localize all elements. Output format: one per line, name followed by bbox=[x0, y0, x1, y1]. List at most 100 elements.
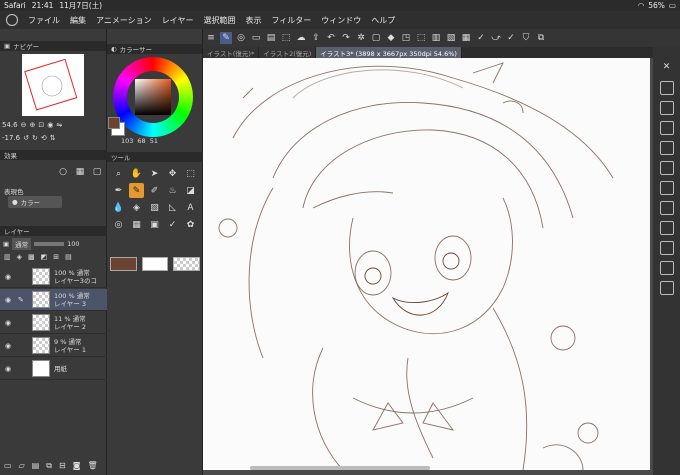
new-vector-icon[interactable]: ▱ bbox=[19, 461, 25, 471]
close-canvas-icon[interactable]: ✕ bbox=[660, 61, 674, 75]
clip-icon[interactable]: ▥ bbox=[4, 253, 11, 261]
transparent-chip[interactable] bbox=[173, 257, 201, 271]
zoom-out-icon[interactable]: ⊖ bbox=[21, 121, 27, 129]
layer-row-1[interactable]: ◉ ✎ 100 % 通常 レイヤー 3 bbox=[0, 289, 107, 311]
main-color-swatch[interactable] bbox=[108, 117, 120, 129]
object-tool-icon[interactable]: ➤ bbox=[147, 166, 162, 181]
effect-none-icon[interactable]: ○ bbox=[57, 166, 69, 178]
rotate-right-icon[interactable]: ↻ bbox=[32, 134, 38, 142]
grid-icon[interactable]: ▥ bbox=[430, 32, 442, 44]
visibility-eye-icon[interactable]: ◉ bbox=[5, 342, 11, 350]
expression-select[interactable]: ● カラー bbox=[8, 196, 62, 208]
visibility-eye-icon[interactable]: ◉ bbox=[5, 273, 11, 281]
app-logo-icon[interactable] bbox=[6, 14, 18, 26]
history-icon[interactable] bbox=[659, 161, 674, 175]
material-icon[interactable] bbox=[659, 141, 674, 155]
tab-illust-3[interactable]: イラスト3* (3898 x 3667px 350dpi 54.6%) bbox=[316, 47, 462, 58]
opacity-slider[interactable] bbox=[34, 242, 65, 246]
flip-v-icon[interactable]: ⇅ bbox=[50, 134, 56, 142]
menu-filter[interactable]: フィルター bbox=[271, 15, 311, 26]
fill-icon[interactable]: ◆ bbox=[385, 32, 397, 44]
export-icon[interactable] bbox=[659, 81, 674, 95]
layer-row-0[interactable]: ◉ 100 % 通常 レイヤー3のコ bbox=[0, 266, 107, 288]
delete-layer-icon[interactable]: 🗑 bbox=[87, 461, 97, 471]
eyedropper-tool-icon[interactable]: ✒ bbox=[111, 183, 126, 198]
fill-tool-icon[interactable]: ◈ bbox=[129, 200, 144, 215]
balloon-tool-icon[interactable]: ◎ bbox=[111, 217, 126, 232]
pen-mode-icon[interactable]: ✎ bbox=[220, 32, 232, 44]
select-tool-icon[interactable]: ⬚ bbox=[183, 166, 198, 181]
share-icon[interactable]: ⇪ bbox=[310, 32, 322, 44]
cloud-icon[interactable]: ☁ bbox=[295, 32, 307, 44]
merge-icon[interactable]: ⊟ bbox=[59, 461, 66, 471]
blend-mode-select[interactable]: 通常 bbox=[12, 238, 32, 250]
pencil-tool-icon[interactable]: ✐ bbox=[147, 183, 162, 198]
open-icon[interactable]: ▤ bbox=[265, 32, 277, 44]
lock-icon[interactable]: ▣ bbox=[3, 240, 9, 248]
correct-line-icon[interactable]: ✓ bbox=[165, 217, 180, 232]
pen-tool-icon[interactable]: ✎ bbox=[129, 183, 144, 198]
new-file-icon[interactable]: ▭ bbox=[250, 32, 262, 44]
eraser-tool-icon[interactable]: ◪ bbox=[183, 183, 198, 198]
deselect-icon[interactable]: ▧ bbox=[445, 32, 457, 44]
new-folder-icon[interactable]: ▤ bbox=[32, 461, 40, 471]
visibility-eye-icon[interactable]: ◉ bbox=[5, 319, 11, 327]
curve-icon[interactable]: ⤻ bbox=[490, 32, 502, 44]
cap-icon[interactable]: ⛉ bbox=[520, 32, 532, 44]
visibility-eye-icon[interactable]: ◉ bbox=[5, 296, 11, 304]
zoom-value[interactable]: 54.6 bbox=[2, 121, 18, 129]
hand-tool-icon[interactable]: ✋ bbox=[129, 166, 144, 181]
color-square[interactable] bbox=[135, 79, 171, 115]
tab-illust-2[interactable]: イラスト2(復元) bbox=[259, 47, 317, 58]
main-color-chip[interactable] bbox=[110, 257, 137, 271]
menu-window[interactable]: ウィンドウ bbox=[321, 15, 361, 26]
transform-icon[interactable]: ⬚ bbox=[415, 32, 427, 44]
menu-layer[interactable]: レイヤー bbox=[162, 15, 194, 26]
rotate-value[interactable]: -17.6 bbox=[2, 134, 20, 142]
import-icon[interactable] bbox=[659, 101, 674, 115]
property-icon[interactable] bbox=[659, 181, 674, 195]
frame-tool-icon[interactable]: ▣ bbox=[147, 217, 162, 232]
save-icon[interactable]: ⬚ bbox=[280, 32, 292, 44]
brush-tool-icon[interactable]: ♨ bbox=[165, 183, 180, 198]
ref-icon[interactable]: ◈ bbox=[17, 253, 22, 261]
rotate-left-icon[interactable]: ↺ bbox=[23, 134, 29, 142]
flip-icon[interactable]: ◳ bbox=[400, 32, 412, 44]
print-icon[interactable] bbox=[659, 121, 674, 135]
menu-view[interactable]: 表示 bbox=[245, 15, 261, 26]
layer-row-2[interactable]: ◉ 11 % 通常 レイヤー 2 bbox=[0, 312, 107, 334]
touch-icon[interactable]: ◎ bbox=[235, 32, 247, 44]
quick-access-icon[interactable] bbox=[659, 281, 674, 295]
zoom-in-icon[interactable]: ⊕ bbox=[29, 121, 35, 129]
menu-animation[interactable]: アニメーション bbox=[96, 15, 152, 26]
color-wheel[interactable] bbox=[113, 57, 193, 137]
redo-icon[interactable]: ↷ bbox=[340, 32, 352, 44]
reset-rotate-icon[interactable]: ⟲ bbox=[41, 134, 47, 142]
ruler-tool-icon[interactable]: ▦ bbox=[129, 217, 144, 232]
layer-property-icon[interactable] bbox=[659, 241, 674, 255]
undo-icon[interactable]: ↶ bbox=[325, 32, 337, 44]
new-raster-icon[interactable]: ▭ bbox=[4, 461, 12, 471]
opacity-value[interactable]: 100 bbox=[67, 240, 79, 248]
actual-size-icon[interactable]: ◉ bbox=[47, 121, 53, 129]
brush-size-icon[interactable] bbox=[659, 221, 674, 235]
drawing-canvas[interactable] bbox=[203, 58, 650, 470]
copy-layer-icon[interactable]: ⧉ bbox=[46, 461, 52, 471]
menu-help[interactable]: ヘルプ bbox=[371, 15, 395, 26]
zoom-tool-icon[interactable]: ⌕ bbox=[111, 166, 126, 181]
menu-selection[interactable]: 選択範囲 bbox=[203, 15, 235, 26]
text-tool-icon[interactable]: A bbox=[183, 200, 198, 215]
flip-h-icon[interactable]: ⇋ bbox=[56, 121, 62, 129]
blend-tool-icon[interactable]: 💧 bbox=[111, 200, 126, 215]
figure-tool-icon[interactable]: ◺ bbox=[165, 200, 180, 215]
clear-icon[interactable]: ▢ bbox=[370, 32, 382, 44]
sub-color-chip[interactable] bbox=[141, 257, 169, 271]
decor-tool-icon[interactable]: ✿ bbox=[183, 217, 198, 232]
animation-icon[interactable] bbox=[659, 261, 674, 275]
mask-add-icon[interactable]: ◙ bbox=[73, 461, 81, 471]
menu-edit[interactable]: 編集 bbox=[70, 15, 86, 26]
lock-transparent-icon[interactable]: ▩ bbox=[28, 253, 35, 261]
invert-icon[interactable]: ▦ bbox=[460, 32, 472, 44]
vector-icon[interactable]: ✓ bbox=[505, 32, 517, 44]
fit-icon[interactable]: ⊡ bbox=[38, 121, 44, 129]
